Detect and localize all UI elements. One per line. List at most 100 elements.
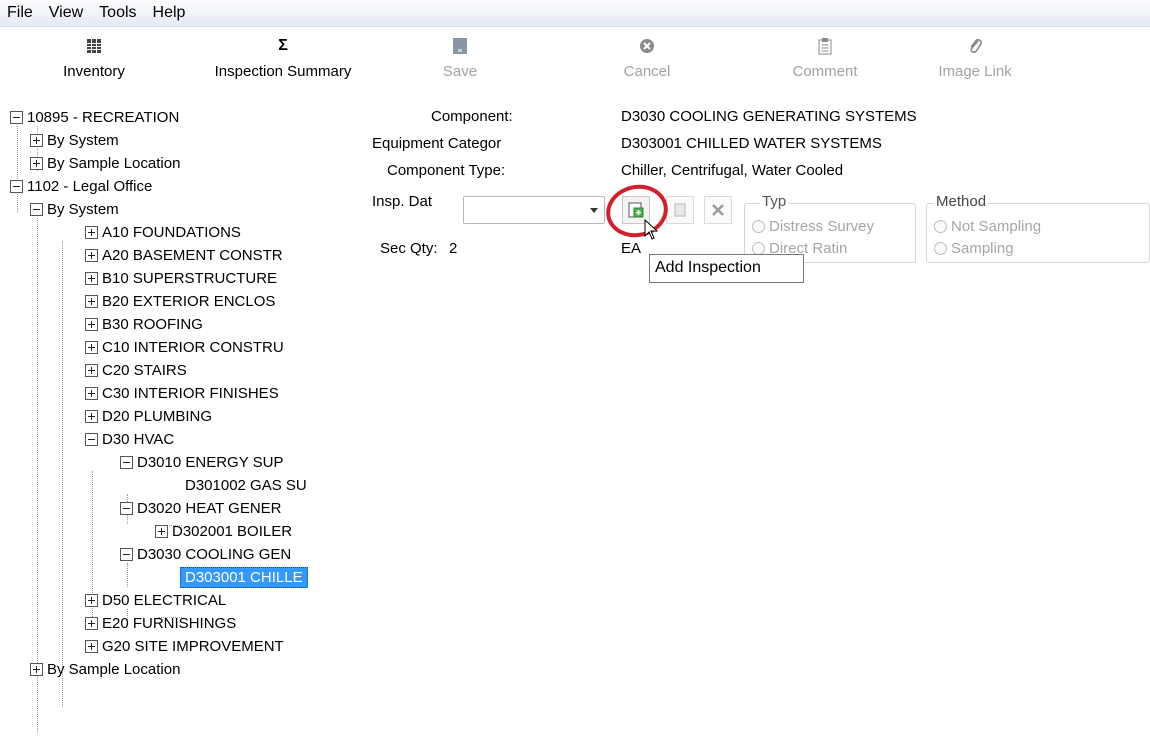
tree-node-a10[interactable]: A10 FOUNDATIONS [85, 221, 241, 244]
component-type-label: Component Type: [387, 162, 506, 179]
tree-node-label: C20 STAIRS [102, 362, 187, 379]
tree-node-label: D50 ELECTRICAL [102, 592, 227, 609]
inspection-summary-label: Inspection Summary [214, 63, 352, 80]
tree-view[interactable]: 10895 - RECREATION By System By Sample L… [0, 100, 350, 753]
tree-node-g20[interactable]: G20 SITE IMPROVEMENT [85, 635, 284, 658]
expand-icon[interactable] [30, 134, 43, 147]
expand-icon[interactable] [85, 364, 98, 377]
radio-label: Sampling [951, 240, 1014, 257]
toolbar: Inventory Σ Inspection Summary Save Canc… [0, 27, 1150, 97]
radio-icon [934, 242, 947, 255]
expand-icon[interactable] [85, 594, 98, 607]
tree-node-label: C30 INTERIOR FINISHES [102, 385, 279, 402]
tree-node-b10[interactable]: B10 SUPERSTRUCTURE [85, 267, 277, 290]
collapse-icon[interactable] [120, 456, 133, 469]
expand-icon[interactable] [30, 157, 43, 170]
tree-node-a20[interactable]: A20 BASEMENT CONSTR [85, 244, 283, 267]
sec-qty-label: Sec Qty: [380, 240, 438, 257]
tree-node-e20[interactable]: E20 FURNISHINGS [85, 612, 236, 635]
save-icon [452, 33, 468, 59]
collapse-icon[interactable] [10, 180, 23, 193]
expand-icon[interactable] [85, 341, 98, 354]
menu-file[interactable]: File [4, 4, 36, 22]
sec-qty-value: 2 [449, 240, 458, 257]
inspection-summary-button[interactable]: Σ Inspection Summary [198, 27, 368, 95]
document-icon [674, 203, 686, 217]
collapse-icon[interactable] [10, 111, 23, 124]
chevron-down-icon[interactable] [590, 208, 598, 213]
method-group-title: Method [934, 193, 989, 210]
tree-node-label: D30 HVAC [102, 431, 175, 448]
expand-icon[interactable] [85, 226, 98, 239]
component-type-value: Chiller, Centrifugal, Water Cooled [621, 162, 844, 179]
tree-node-recreation[interactable]: 10895 - RECREATION [10, 106, 179, 129]
tree-node-d301002[interactable]: D301002 GAS SU [185, 474, 307, 497]
expand-icon[interactable] [155, 525, 168, 538]
tree-node-c20[interactable]: C20 STAIRS [85, 359, 187, 382]
tree-node-label: D302001 BOILER [172, 523, 293, 540]
tree-node-d3020[interactable]: D3020 HEAT GENER [120, 497, 282, 520]
tree-node-label: G20 SITE IMPROVEMENT [102, 638, 284, 655]
menu-help[interactable]: Help [150, 4, 189, 22]
tree-node-label: B30 ROOFING [102, 316, 203, 333]
tree-node-d3030[interactable]: D3030 COOLING GEN [120, 543, 291, 566]
menu-bar: File View Tools Help [0, 0, 1150, 27]
tree-node-legal-office[interactable]: 1102 - Legal Office [10, 175, 152, 198]
highlight-annotation [601, 179, 673, 243]
tree-node-c10[interactable]: C10 INTERIOR CONSTRU [85, 336, 284, 359]
menu-view[interactable]: View [46, 4, 86, 22]
tree-node-d50[interactable]: D50 ELECTRICAL [85, 589, 226, 612]
tree-node-label: By Sample Location [47, 155, 181, 172]
tree-node-d303001-selected[interactable]: D303001 CHILLE [180, 566, 308, 589]
radio-not-sampling[interactable]: Not Sampling [934, 218, 1041, 235]
expand-icon[interactable] [85, 617, 98, 630]
inventory-label: Inventory [63, 63, 125, 80]
expand-icon[interactable] [85, 387, 98, 400]
tree-node-by-sample-location[interactable]: By Sample Location [30, 658, 180, 681]
insp-date-dropdown[interactable] [463, 196, 605, 224]
expand-icon[interactable] [85, 410, 98, 423]
image-link-button[interactable]: Image Link [925, 27, 1025, 95]
expand-icon[interactable] [30, 663, 43, 676]
menu-tools[interactable]: Tools [96, 4, 139, 22]
tree-node-label: D3010 ENERGY SUP [137, 454, 284, 471]
tree-node-b20[interactable]: B20 EXTERIOR ENCLOS [85, 290, 275, 313]
comment-label: Comment [792, 63, 858, 80]
expand-icon[interactable] [85, 318, 98, 331]
delete-inspection-button[interactable] [704, 196, 732, 224]
paperclip-icon [967, 33, 983, 59]
expand-icon[interactable] [85, 640, 98, 653]
inventory-button[interactable]: Inventory [52, 27, 136, 95]
expand-icon[interactable] [85, 295, 98, 308]
tree-node-by-system[interactable]: By System [30, 198, 119, 221]
tree-node-label: By System [47, 201, 119, 218]
save-label: Save [442, 63, 478, 80]
tree-node-by-sample-location[interactable]: By Sample Location [30, 152, 180, 175]
tree-node-d20[interactable]: D20 PLUMBING [85, 405, 212, 428]
edit-inspection-button[interactable] [666, 196, 694, 224]
tree-node-c30[interactable]: C30 INTERIOR FINISHES [85, 382, 279, 405]
radio-distress-survey[interactable]: Distress Survey [752, 218, 874, 235]
tree-node-label: D301002 GAS SU [185, 477, 307, 494]
image-link-label: Image Link [938, 63, 1012, 80]
equipment-category-label: Equipment Categor [372, 135, 502, 152]
expand-icon[interactable] [85, 272, 98, 285]
tree-node-label: E20 FURNISHINGS [102, 615, 237, 632]
collapse-icon[interactable] [120, 502, 133, 515]
save-button[interactable]: Save [430, 27, 490, 95]
tree-node-d30[interactable]: D30 HVAC [85, 428, 174, 451]
expand-icon[interactable] [85, 249, 98, 262]
tree-node-label: B10 SUPERSTRUCTURE [102, 270, 278, 287]
tree-node-d302001[interactable]: D302001 BOILER [155, 520, 292, 543]
collapse-icon[interactable] [85, 433, 98, 446]
radio-sampling[interactable]: Sampling [934, 240, 1014, 257]
tree-node-label: By System [47, 132, 119, 149]
cancel-button[interactable]: Cancel [612, 27, 682, 95]
delete-x-icon [712, 204, 724, 216]
tree-node-b30[interactable]: B30 ROOFING [85, 313, 203, 336]
tree-node-d3010[interactable]: D3010 ENERGY SUP [120, 451, 283, 474]
tree-node-by-system[interactable]: By System [30, 129, 119, 152]
collapse-icon[interactable] [30, 203, 43, 216]
collapse-icon[interactable] [120, 548, 133, 561]
comment-button[interactable]: Comment [780, 27, 870, 95]
